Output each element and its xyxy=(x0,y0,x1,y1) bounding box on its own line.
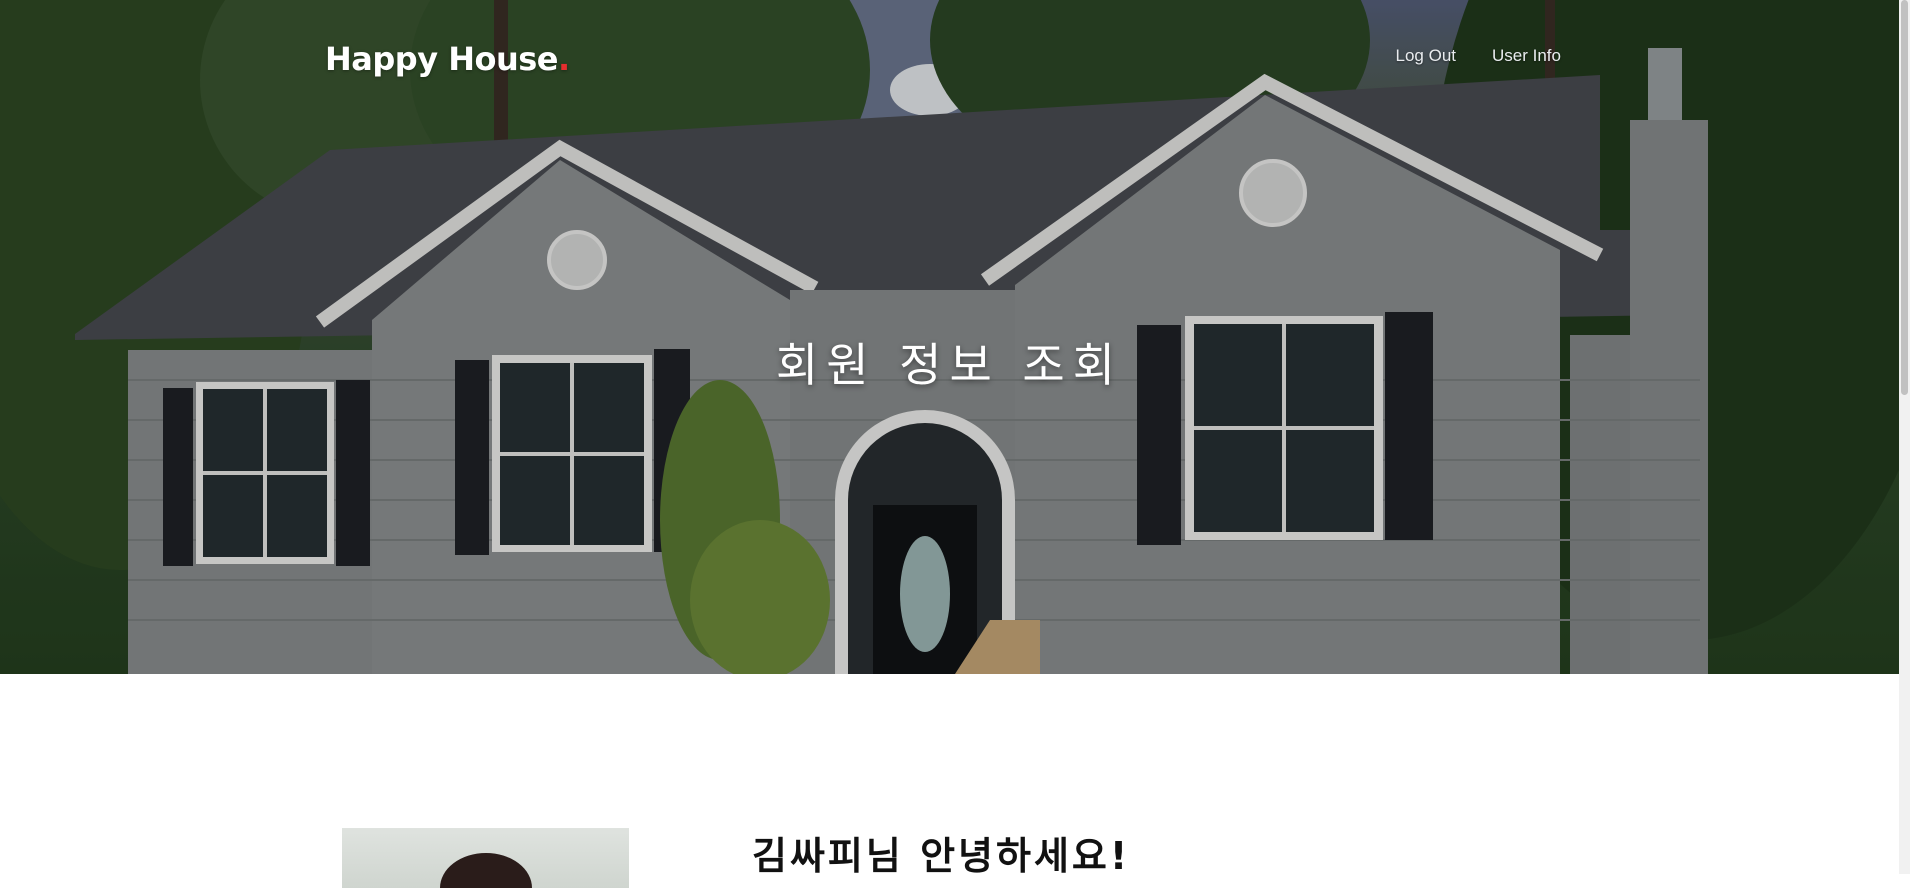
logout-link[interactable]: Log Out xyxy=(1396,46,1457,66)
user-info-link[interactable]: User Info xyxy=(1492,46,1561,66)
profile-photo xyxy=(342,828,629,888)
profile-person xyxy=(440,853,532,888)
brand-text: Happy House xyxy=(325,40,558,78)
scrollbar-thumb[interactable] xyxy=(1901,0,1908,395)
hero-banner: Happy House. Log Out User Info 회원 정보 조회 xyxy=(0,0,1899,674)
brand-logo[interactable]: Happy House. xyxy=(325,40,570,78)
vertical-scrollbar[interactable] xyxy=(1899,0,1910,874)
greeting-heading: 김싸피님 안녕하세요! xyxy=(752,833,1131,878)
top-nav: Log Out User Info xyxy=(1396,46,1561,66)
brand-dot: . xyxy=(557,40,570,78)
page-title: 회원 정보 조회 xyxy=(775,337,1124,392)
